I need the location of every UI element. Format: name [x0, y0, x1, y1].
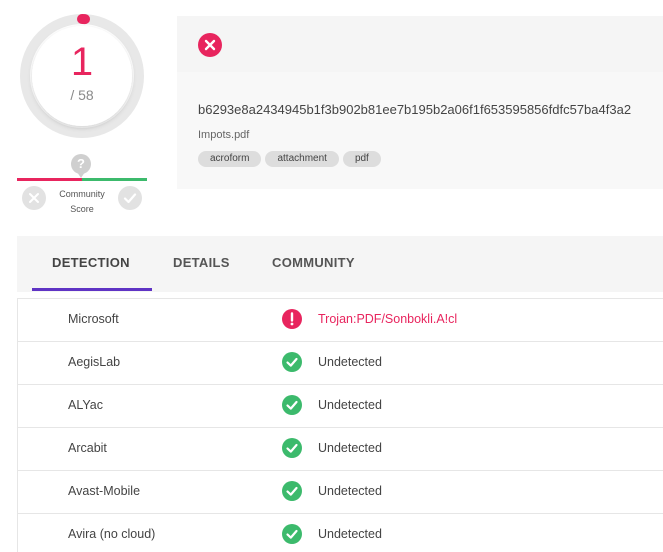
table-row: AegisLab Undetected: [18, 342, 663, 385]
check-circle-icon: [282, 438, 302, 458]
engine-name: Avast-Mobile: [68, 484, 141, 498]
engine-name: ALYac: [68, 398, 103, 412]
engines-total: / 58: [70, 87, 94, 103]
tag[interactable]: attachment: [265, 151, 339, 167]
tag[interactable]: acroform: [198, 151, 262, 167]
report-tabs: DETECTION DETAILS COMMUNITY: [17, 236, 663, 292]
x-circle-icon: [198, 33, 222, 57]
engine-name: Avira (no cloud): [68, 527, 156, 541]
exclamation-circle-icon: [282, 309, 302, 329]
engine-name: Arcabit: [68, 441, 107, 455]
community-score-label: Community Score: [59, 189, 105, 214]
check-circle-icon: [282, 395, 302, 415]
check-circle-icon: [282, 352, 302, 372]
detection-result: Undetected: [318, 484, 382, 498]
detections-count: 1: [70, 40, 94, 84]
detection-list: Microsoft Trojan:PDF/Sonbokli.A!cl Aegis…: [17, 298, 663, 552]
table-row: Microsoft Trojan:PDF/Sonbokli.A!cl: [18, 298, 663, 342]
tab-details[interactable]: DETAILS: [173, 255, 230, 270]
table-row: ALYac Undetected: [18, 385, 663, 428]
table-row: Arcabit Undetected: [18, 428, 663, 471]
tab-community[interactable]: COMMUNITY: [272, 255, 355, 270]
tag[interactable]: pdf: [342, 151, 381, 167]
file-name: Impots.pdf: [198, 129, 250, 141]
check-circle-icon: [282, 524, 302, 544]
table-row: Avast-Mobile Undetected: [18, 471, 663, 514]
question-icon[interactable]: ?: [71, 154, 91, 178]
check-circle-icon[interactable]: [118, 186, 142, 210]
table-row: Avira (no cloud) Undetected: [18, 514, 663, 552]
engine-name: Microsoft: [68, 312, 119, 326]
file-hash[interactable]: b6293e8a2434945b1f3b902b81ee7b195b2a06f1…: [198, 102, 663, 117]
file-report-page: 1 / 58 ? Community Score b6293e8a2434945…: [0, 0, 663, 552]
check-circle-icon: [282, 481, 302, 501]
detection-result: Undetected: [318, 527, 382, 541]
detection-score: 1 / 58: [19, 13, 145, 139]
file-tags: acroform attachment pdf: [198, 151, 381, 167]
file-info-card: b6293e8a2434945b1f3b902b81ee7b195b2a06f1…: [177, 16, 663, 189]
detection-result: Undetected: [318, 398, 382, 412]
detection-result: Trojan:PDF/Sonbokli.A!cl: [318, 312, 458, 326]
engine-name: AegisLab: [68, 355, 121, 369]
active-tab-indicator: [32, 288, 152, 291]
community-score-bar: [17, 178, 147, 181]
community-score: ? Community Score: [17, 154, 147, 216]
x-circle-icon[interactable]: [22, 186, 46, 210]
tab-detection[interactable]: DETECTION: [52, 255, 130, 270]
file-info-band: [177, 72, 663, 189]
detection-result: Undetected: [318, 355, 382, 369]
detection-result: Undetected: [318, 441, 382, 455]
